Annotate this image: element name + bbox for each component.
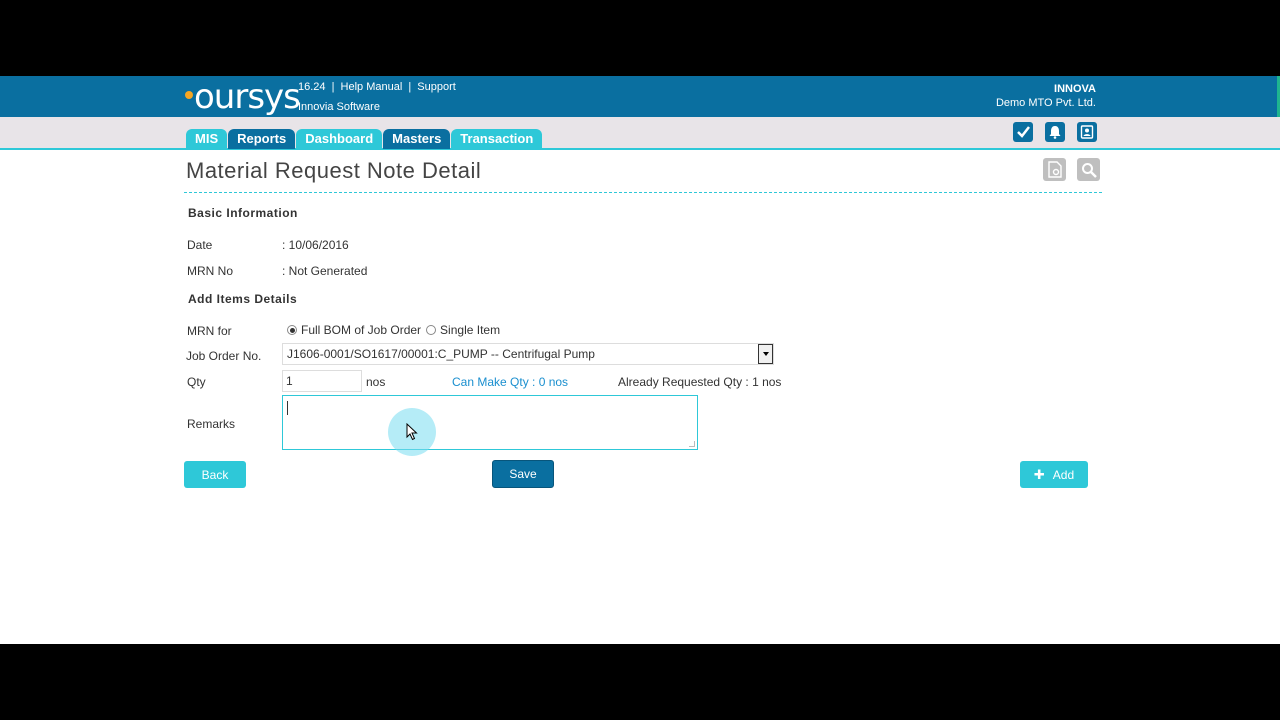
already-requested-qty: Already Requested Qty : 1 nos xyxy=(618,375,782,389)
option-full-bom-label: Full BOM of Job Order xyxy=(301,323,422,337)
back-button[interactable]: Back xyxy=(184,461,246,488)
date-label: Date xyxy=(187,238,213,252)
add-button[interactable]: ✚ Add xyxy=(1020,461,1088,488)
separator: | xyxy=(331,81,335,93)
tab-reports[interactable]: Reports xyxy=(228,129,296,149)
search-icon[interactable] xyxy=(1077,158,1100,181)
version-label: 16.24 xyxy=(298,81,326,93)
help-manual-link[interactable]: Help Manual xyxy=(341,81,403,93)
radio-full-bom[interactable] xyxy=(287,325,297,335)
chevron-down-icon[interactable] xyxy=(758,344,773,364)
save-button[interactable]: Save xyxy=(492,460,554,488)
company-subtitle: Demo MTO Pvt. Ltd. xyxy=(995,97,1096,109)
top-header: oursys 16.24 | Help Manual | Support Inn… xyxy=(0,76,1280,117)
nav-icons xyxy=(1013,122,1097,142)
vendor-name: Innovia Software xyxy=(298,101,380,113)
user-icon[interactable] xyxy=(1077,122,1097,142)
qty-label: Qty xyxy=(187,375,206,389)
qty-unit: nos xyxy=(366,375,386,389)
bell-icon[interactable] xyxy=(1045,122,1065,142)
support-link[interactable]: Support xyxy=(417,81,456,93)
remarks-textarea[interactable] xyxy=(282,395,698,450)
title-actions xyxy=(1043,158,1100,181)
can-make-qty-link[interactable]: Can Make Qty : 0 nos xyxy=(452,375,568,389)
tab-dashboard[interactable]: Dashboard xyxy=(296,129,383,149)
logo-dot-icon xyxy=(185,91,193,99)
screen: oursys 16.24 | Help Manual | Support Inn… xyxy=(0,0,1280,720)
mrn-no-value: : Not Generated xyxy=(282,264,368,278)
checkbox-icon[interactable] xyxy=(1013,122,1033,142)
job-order-select[interactable]: J1606-0001/SO1617/00001:C_PUMP -- Centri… xyxy=(282,343,774,365)
tab-mis[interactable]: MIS xyxy=(186,129,228,149)
title-divider xyxy=(184,192,1102,193)
nav-bar: MIS Reports Dashboard Masters Transactio… xyxy=(0,117,1280,150)
separator: | xyxy=(408,81,412,93)
add-button-label: Add xyxy=(1052,467,1075,482)
option-full-bom[interactable]: Full BOM of Job Order xyxy=(287,323,421,337)
job-order-label: Job Order No. xyxy=(186,349,262,363)
mrn-no-label: MRN No xyxy=(187,264,234,278)
tab-masters[interactable]: Masters xyxy=(383,129,451,149)
tab-transaction[interactable]: Transaction xyxy=(451,129,543,149)
plus-icon: ✚ xyxy=(1033,466,1045,482)
logo-text: oursys xyxy=(194,77,301,117)
remarks-label: Remarks xyxy=(187,417,236,431)
job-order-value: J1606-0001/SO1617/00001:C_PUMP -- Centri… xyxy=(287,347,595,361)
company-name: INNOVA xyxy=(1054,83,1096,95)
app-window: oursys 16.24 | Help Manual | Support Inn… xyxy=(0,76,1280,644)
section-basic-information: Basic Information xyxy=(188,206,298,220)
company-info: INNOVA Demo MTO Pvt. Ltd. xyxy=(996,82,1096,110)
document-settings-icon[interactable] xyxy=(1043,158,1066,181)
logo[interactable]: oursys xyxy=(185,77,301,117)
header-links: 16.24 | Help Manual | Support xyxy=(298,80,456,94)
mrn-for-label: MRN for xyxy=(187,324,232,338)
section-add-items-details: Add Items Details xyxy=(188,292,298,306)
qty-input[interactable]: 1 xyxy=(282,370,362,392)
resize-grip-icon[interactable] xyxy=(689,441,695,447)
page-title: Material Request Note Detail xyxy=(186,158,482,183)
radio-single-item[interactable] xyxy=(426,325,437,335)
mrn-for-options: Full BOM of Job Order Single Item xyxy=(287,323,505,337)
option-single-item-label: Single Item xyxy=(440,323,501,337)
mouse-cursor-icon xyxy=(406,423,418,441)
option-single-item[interactable]: Single Item xyxy=(426,323,500,337)
date-value: : 10/06/2016 xyxy=(282,238,349,252)
main-tabs: MIS Reports Dashboard Masters Transactio… xyxy=(186,129,543,149)
text-caret xyxy=(287,401,288,415)
